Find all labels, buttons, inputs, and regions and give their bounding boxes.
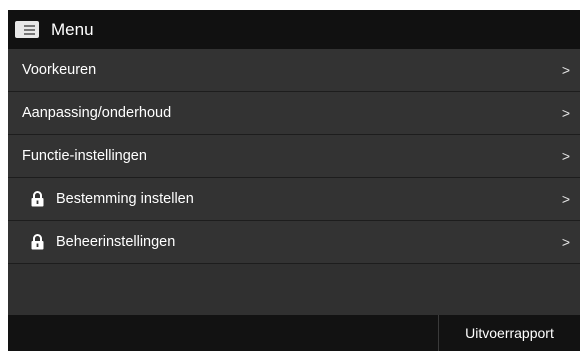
output-report-button[interactable]: Uitvoerrapport — [439, 315, 580, 351]
menu-item-label: Voorkeuren — [22, 62, 97, 78]
menu-item-label: Functie-instellingen — [22, 148, 147, 164]
menu-item-voorkeuren[interactable]: Voorkeuren > — [8, 49, 580, 92]
chevron-right-icon: > — [561, 62, 570, 78]
footer-bar: Uitvoerrapport — [8, 315, 580, 351]
device-screen: Menu Voorkeuren > Aanpassing/onderhoud >… — [8, 10, 580, 351]
chevron-right-icon: > — [561, 105, 570, 121]
menu-list: Voorkeuren > Aanpassing/onderhoud > Func… — [8, 49, 580, 264]
menu-item-label: Aanpassing/onderhoud — [22, 105, 172, 121]
chevron-right-icon: > — [561, 234, 570, 250]
page-title: Menu — [51, 19, 94, 39]
menu-item-aanpassing-onderhoud[interactable]: Aanpassing/onderhoud > — [8, 92, 580, 135]
menu-item-label: Bestemming instellen — [56, 191, 194, 207]
header-bar: Menu — [8, 10, 580, 49]
menu-item-functie-instellingen[interactable]: Functie-instellingen > — [8, 135, 580, 178]
menu-list-icon — [15, 21, 39, 38]
menu-item-label: Beheerinstellingen — [56, 234, 176, 250]
menu-item-beheerinstellingen[interactable]: Beheerinstellingen > — [8, 221, 580, 264]
chevron-right-icon: > — [561, 191, 570, 207]
chevron-right-icon: > — [561, 148, 570, 164]
lock-icon — [31, 234, 44, 250]
lock-icon — [31, 191, 44, 207]
menu-item-bestemming-instellen[interactable]: Bestemming instellen > — [8, 178, 580, 221]
